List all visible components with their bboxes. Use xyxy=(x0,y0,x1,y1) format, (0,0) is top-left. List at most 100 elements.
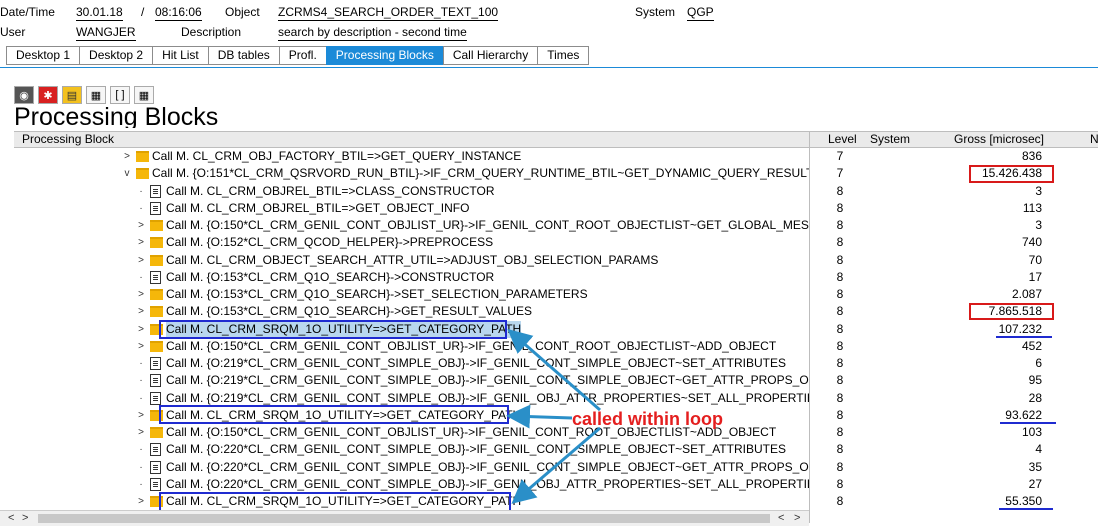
table-row[interactable]: > Call M. CL_CRM_OBJECT_SEARCH_ATTR_UTIL=… xyxy=(0,252,1098,269)
tab-strip: Desktop 1 Desktop 2 Hit List DB tables P… xyxy=(6,46,590,65)
row-processing-block: Call M. {O:153*CL_CRM_Q1O_SEARCH}->CONST… xyxy=(166,269,495,284)
row-gross: 27 xyxy=(1028,476,1042,491)
section-title: Processing Blocks xyxy=(14,104,219,128)
bracket-icon[interactable]: [ ] xyxy=(110,86,130,104)
row-level: 8 xyxy=(836,338,844,353)
table-row[interactable]: · Call M. CL_CRM_OBJREL_BTIL=>GET_OBJECT_… xyxy=(0,200,1098,217)
tree-node: > Call M. {O:150*CL_CRM_GENIL_CONT_OBJLIS… xyxy=(14,338,809,355)
table-row[interactable]: · Call M. {O:153*CL_CRM_Q1O_SEARCH}->CONS… xyxy=(0,269,1098,286)
table-row[interactable]: > Call M. {O:152*CL_CRM_QCOD_HELPER}->PRE… xyxy=(0,234,1098,251)
export-icon[interactable]: ▦ xyxy=(134,86,154,104)
row-level: 8 xyxy=(836,476,844,491)
row-processing-block: Call M. {O:219*CL_CRM_GENIL_CONT_SIMPLE_… xyxy=(166,373,809,388)
row-level: 8 xyxy=(836,252,844,267)
document-icon xyxy=(150,460,161,474)
col-processing-block[interactable]: Processing Block xyxy=(22,132,114,147)
tree-node: > Call M. {O:153*CL_CRM_Q1O_SEARCH}->SET_… xyxy=(14,286,809,303)
leaf-dot-icon: · xyxy=(139,461,143,473)
chevron-right-icon[interactable]: > xyxy=(136,286,146,303)
leaf-dot-icon: · xyxy=(139,375,143,387)
red-filter-icon[interactable]: ✱ xyxy=(38,86,58,104)
table-row[interactable]: · Call M. {O:219*CL_CRM_GENIL_CONT_SIMPLE… xyxy=(0,372,1098,389)
document-icon xyxy=(150,201,161,215)
scroll-thumb[interactable] xyxy=(38,514,770,523)
tree-node: v Call M. {O:151*CL_CRM_QSRVORD_RUN_BTIL}… xyxy=(14,165,810,182)
tab-processing-blocks[interactable]: Processing Blocks xyxy=(325,46,443,65)
user-label: User xyxy=(0,25,26,39)
horizontal-scrollbar[interactable]: < > < > xyxy=(0,510,809,526)
row-processing-block: Call M. {O:219*CL_CRM_GENIL_CONT_SIMPLE_… xyxy=(166,390,809,405)
row-level: 8 xyxy=(836,459,844,474)
tab-times[interactable]: Times xyxy=(537,46,590,65)
tab-hit-list[interactable]: Hit List xyxy=(152,46,208,65)
folder-icon xyxy=(136,151,149,162)
highlight-gross-15426438 xyxy=(969,165,1054,183)
leaf-dot-icon: · xyxy=(139,271,143,283)
table-row[interactable]: · Call M. CL_CRM_OBJREL_BTIL=>CLASS_CONST… xyxy=(0,183,1098,200)
table-row[interactable]: · Call M. {O:219*CL_CRM_GENIL_CONT_SIMPLE… xyxy=(0,355,1098,372)
user-value: WANGJER xyxy=(76,25,136,41)
tab-desktop-1[interactable]: Desktop 1 xyxy=(6,46,80,65)
chevron-right-icon[interactable]: > xyxy=(136,321,146,338)
row-level: 8 xyxy=(836,321,844,336)
grid-icon[interactable]: ▦ xyxy=(86,86,106,104)
chevron-right-icon[interactable]: > xyxy=(136,338,146,355)
tab-call-hierarchy[interactable]: Call Hierarchy xyxy=(442,46,538,65)
table-row[interactable]: > Call M. {O:153*CL_CRM_Q1O_SEARCH}->GET_… xyxy=(0,303,1098,320)
row-processing-block: Call M. {O:152*CL_CRM_QCOD_HELPER}->PREP… xyxy=(166,235,494,250)
col-level[interactable]: Level xyxy=(828,132,857,147)
chevron-down-icon[interactable]: v xyxy=(122,165,132,182)
chevron-right-icon[interactable]: > xyxy=(136,217,146,234)
col-system[interactable]: System xyxy=(870,132,910,147)
table-row[interactable]: v Call M. {O:151*CL_CRM_QSRVORD_RUN_BTIL}… xyxy=(0,165,1098,182)
document-icon xyxy=(150,477,161,491)
chevron-right-icon[interactable]: > xyxy=(136,493,146,510)
header-row-1: Date/Time 30.01.18 / 08:16:06 Object ZCR… xyxy=(0,4,1098,21)
binoculars-icon[interactable]: ◉ xyxy=(14,86,34,104)
table-row[interactable]: · Call M. {O:220*CL_CRM_GENIL_CONT_SIMPLE… xyxy=(0,459,1098,476)
tree-node: · Call M. CL_CRM_OBJREL_BTIL=>CLASS_CONST… xyxy=(14,183,809,200)
col-gross[interactable]: Gross [microsec] xyxy=(954,132,1044,147)
tab-desktop-2[interactable]: Desktop 2 xyxy=(79,46,153,65)
chevron-right-icon[interactable]: > xyxy=(122,148,132,165)
description-value: search by description - second time xyxy=(278,25,467,41)
scroll-right-icon-2[interactable]: > xyxy=(794,511,800,526)
scroll-left-icon-2[interactable]: < xyxy=(778,511,784,526)
chevron-right-icon[interactable]: > xyxy=(136,234,146,251)
row-processing-block: Call M. {O:151*CL_CRM_QSRVORD_RUN_BTIL}-… xyxy=(152,166,809,181)
row-level: 8 xyxy=(836,235,844,250)
chevron-right-icon[interactable]: > xyxy=(136,407,146,424)
row-level: 8 xyxy=(836,218,844,232)
table-row[interactable]: > Call M. {O:153*CL_CRM_Q1O_SEARCH}->SET_… xyxy=(0,286,1098,303)
tree-node: > Call M. CL_CRM_OBJECT_SEARCH_ATTR_UTIL=… xyxy=(14,252,809,269)
table-row[interactable]: > Call M. {O:150*CL_CRM_GENIL_CONT_OBJLIS… xyxy=(0,217,1098,234)
row-gross: 4 xyxy=(1035,442,1042,457)
row-level: 7 xyxy=(836,166,844,181)
folder-icon xyxy=(150,220,163,231)
system-label: System xyxy=(635,5,676,19)
layout-icon[interactable]: ▤ xyxy=(62,86,82,104)
row-gross: 70 xyxy=(1028,252,1042,267)
leaf-dot-icon: · xyxy=(139,358,143,369)
tab-profl[interactable]: Profl. xyxy=(278,46,326,65)
row-processing-block: Call M. {O:153*CL_CRM_Q1O_SEARCH}->GET_R… xyxy=(166,304,533,319)
table-row[interactable]: > Call M. {O:150*CL_CRM_GENIL_CONT_OBJLIS… xyxy=(0,338,1098,355)
tab-db-tables[interactable]: DB tables xyxy=(207,46,279,65)
table-row[interactable]: · Call M. {O:220*CL_CRM_GENIL_CONT_SIMPLE… xyxy=(0,441,1098,458)
underline-55350 xyxy=(999,508,1053,510)
chevron-right-icon[interactable]: > xyxy=(136,303,146,320)
table-row[interactable]: · Call M. {O:220*CL_CRM_GENIL_CONT_SIMPLE… xyxy=(0,476,1098,493)
scroll-right-icon[interactable]: > xyxy=(22,511,28,526)
row-gross: 3 xyxy=(1035,183,1042,198)
document-icon xyxy=(150,270,161,284)
chevron-right-icon[interactable]: > xyxy=(136,252,146,269)
col-net[interactable]: N xyxy=(1090,132,1098,147)
table-row[interactable]: > Call M. {O:150*CL_CRM_GENIL_CONT_OBJLIS… xyxy=(0,424,1098,441)
date-label: Date/Time xyxy=(0,5,55,19)
row-processing-block: Call M. {O:220*CL_CRM_GENIL_CONT_SIMPLE_… xyxy=(166,442,786,457)
date-value: 30.01.18 xyxy=(76,5,123,21)
scroll-left-icon[interactable]: < xyxy=(8,511,14,526)
system-value: QGP xyxy=(687,5,714,21)
table-row[interactable]: > Call M. CL_CRM_OBJ_FACTORY_BTIL=>GET_QU… xyxy=(0,148,1098,165)
chevron-right-icon[interactable]: > xyxy=(136,424,146,441)
